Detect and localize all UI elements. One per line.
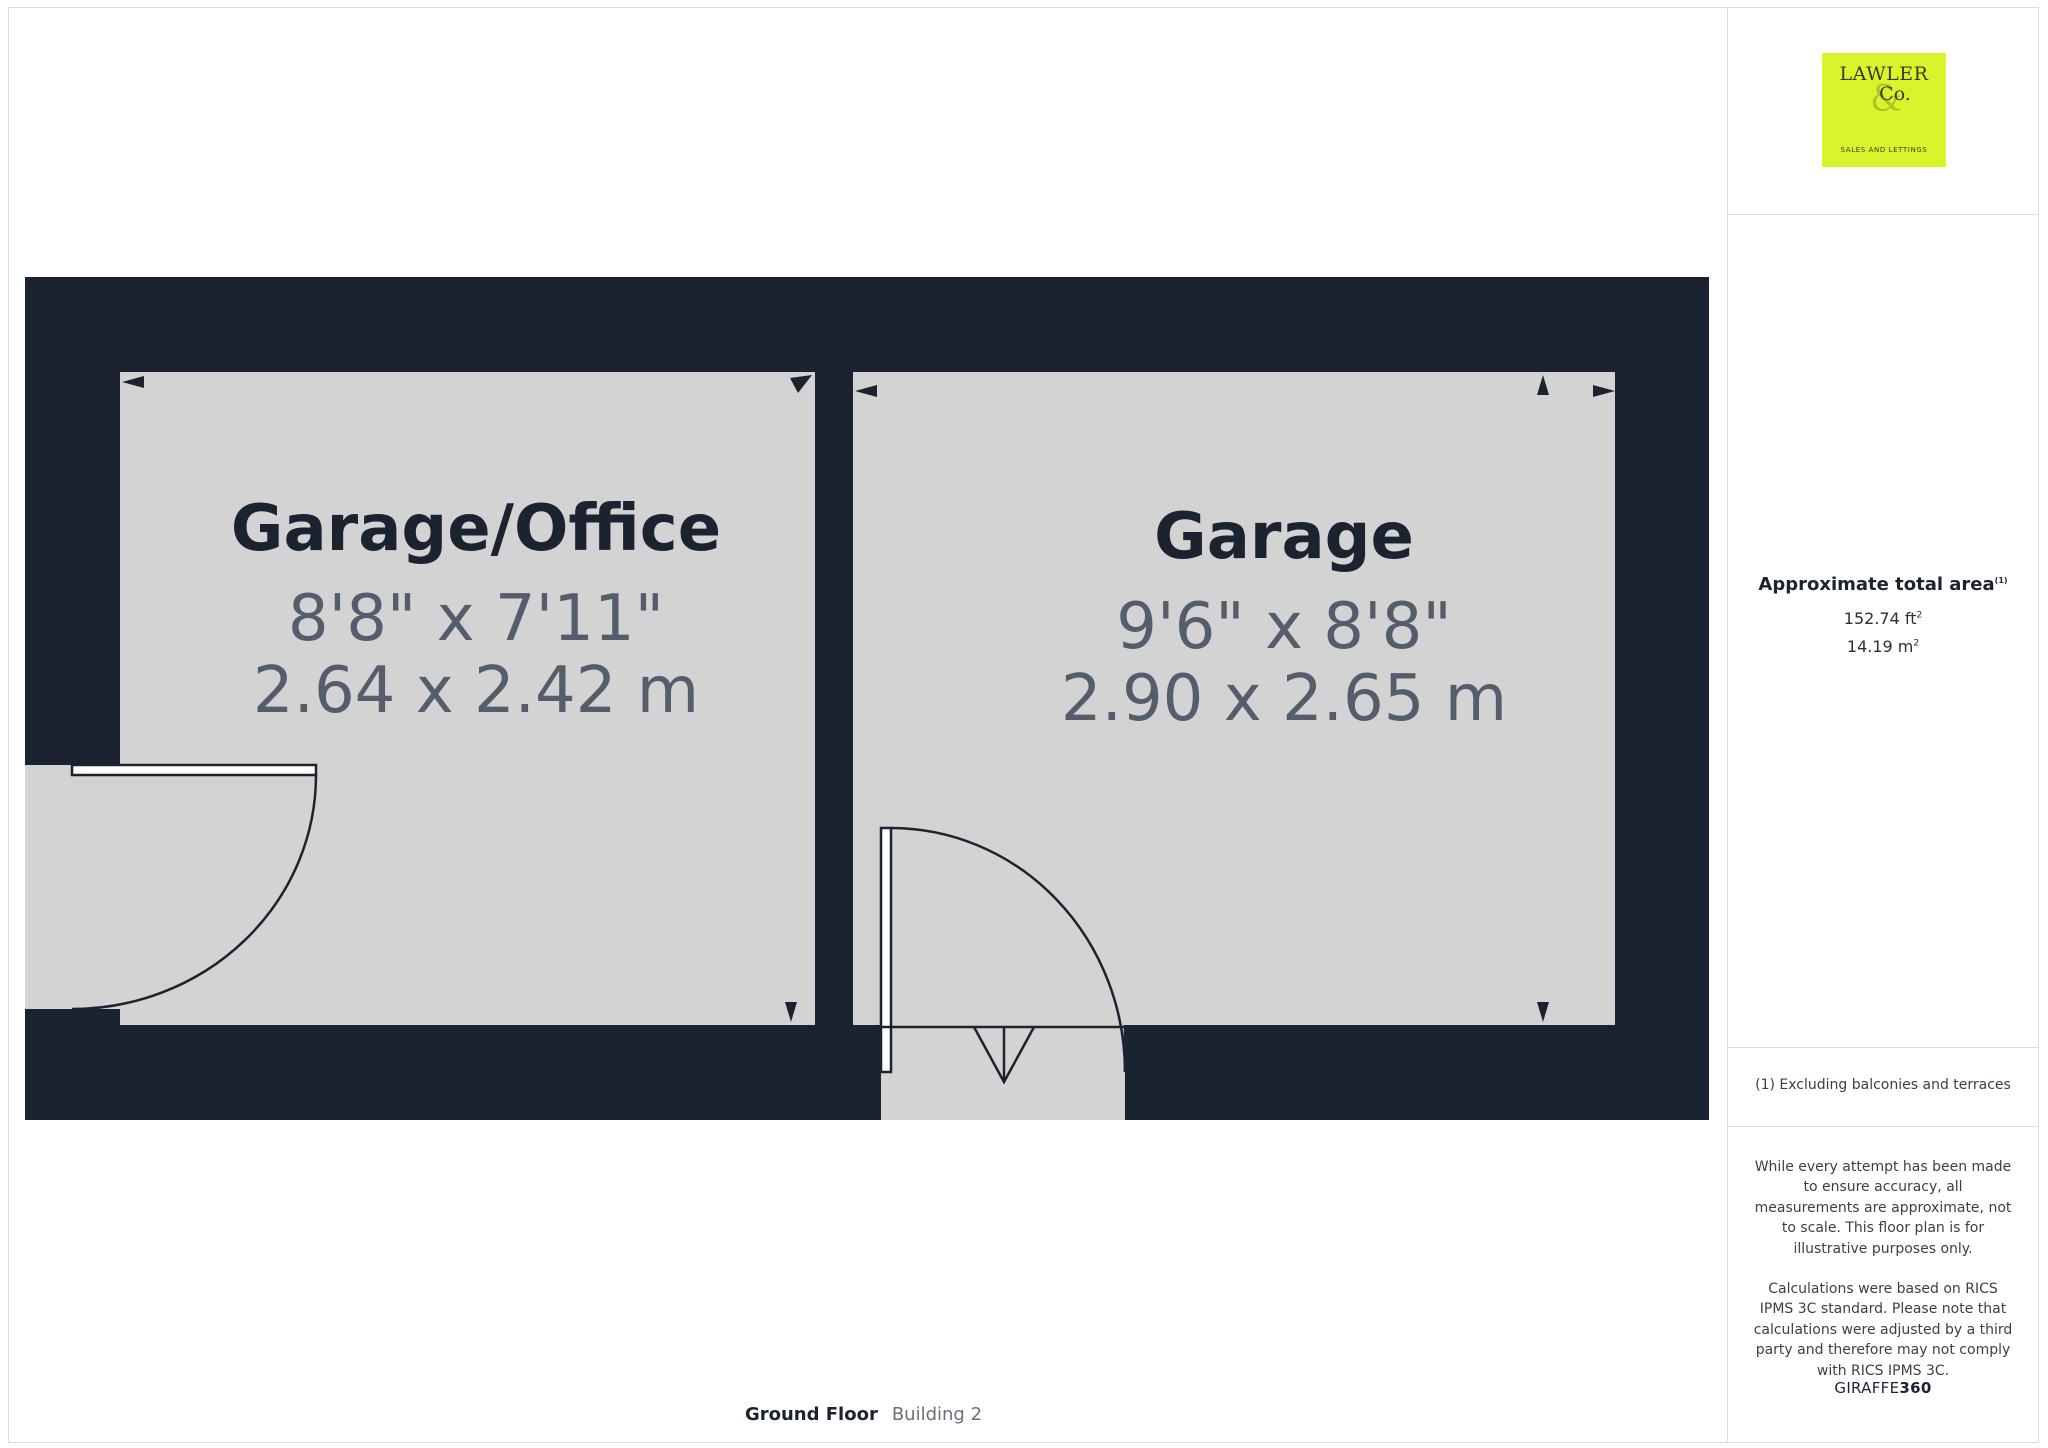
area-footnote: (1) Excluding balconies and terraces bbox=[1755, 1077, 2011, 1093]
floor-name: Ground Floor bbox=[744, 1404, 878, 1425]
total-area-sqft-value: 152.74 ft bbox=[1843, 609, 1917, 628]
front-door-leaf bbox=[879, 826, 893, 1074]
squared-sup: 2 bbox=[1916, 610, 1923, 621]
squared-sup: 2 bbox=[1913, 638, 1920, 649]
disclaimer-rics: Calculations were based on RICS IPMS 3C … bbox=[1753, 1281, 2013, 1379]
floor-caption: Ground Floor Building 2 bbox=[0, 1404, 1727, 1425]
total-area-title: Approximate total area(1) bbox=[1727, 574, 2039, 595]
brand-mark: GIRAFFE360 bbox=[1727, 1379, 2039, 1397]
room-label-garage-office: Garage/Office bbox=[230, 492, 722, 566]
total-area-note-ref: (1) bbox=[1994, 576, 2008, 585]
logo-tagline: SALES AND LETTINGS bbox=[1840, 146, 1928, 154]
logo-line-2: Co. bbox=[1879, 83, 1911, 105]
sidebar-divider bbox=[1727, 1126, 2039, 1127]
room-dim-imperial-garage: 9'6" x 8'8" bbox=[1116, 590, 1452, 664]
total-area-sqm: 14.19 m2 bbox=[1727, 637, 2039, 656]
room-dim-metric-garage: 2.90 x 2.65 m bbox=[1060, 662, 1508, 736]
agency-logo: LAWLER & Co. SALES AND LETTINGS bbox=[1822, 53, 1946, 167]
brand-prefix: GIRAFFE bbox=[1834, 1379, 1900, 1397]
total-area-title-text: Approximate total area bbox=[1758, 574, 1995, 595]
brand-suffix: 360 bbox=[1899, 1379, 1932, 1397]
disclaimer-accuracy: While every attempt has been made to ens… bbox=[1754, 1159, 2012, 1257]
side-door-opening bbox=[25, 765, 120, 1009]
total-area-sqft: 152.74 ft2 bbox=[1727, 609, 2039, 628]
disclaimer: While every attempt has been made to ens… bbox=[1752, 1157, 2014, 1401]
room-dim-metric-garage-office: 2.64 x 2.42 m bbox=[252, 654, 700, 728]
room-dim-imperial-garage-office: 8'8" x 7'11" bbox=[287, 582, 665, 656]
floor-building: Building 2 bbox=[891, 1404, 983, 1425]
side-door-leaf bbox=[70, 763, 318, 777]
total-area-sqm-value: 14.19 m bbox=[1846, 637, 1914, 656]
sidebar-divider bbox=[1727, 1047, 2039, 1048]
room-label-garage: Garage bbox=[1154, 500, 1414, 574]
sidebar-divider bbox=[1727, 214, 2039, 215]
